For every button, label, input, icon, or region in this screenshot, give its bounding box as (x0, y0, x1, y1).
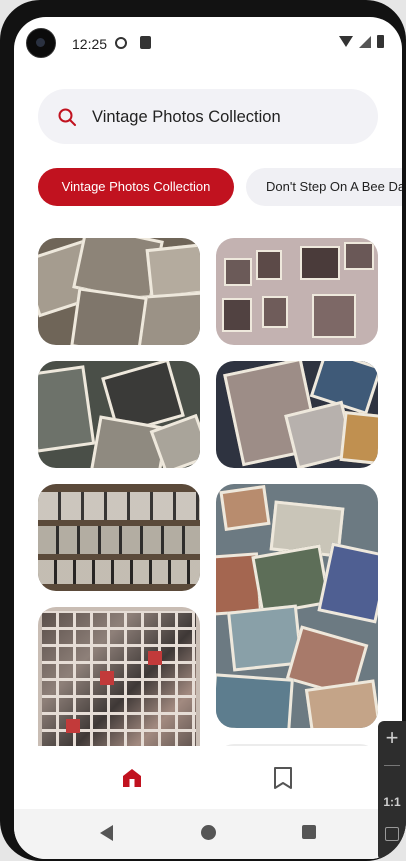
image-tile[interactable] (38, 484, 200, 591)
recent-apps-icon[interactable] (302, 825, 316, 839)
photo-print (312, 294, 356, 338)
photo-print (344, 242, 374, 270)
image-grid (38, 238, 378, 746)
photo-print (216, 673, 294, 728)
image-tile[interactable] (216, 484, 378, 728)
image-tile[interactable] (216, 238, 378, 345)
photo-strip (38, 526, 200, 554)
chip-dont-step-on-a-bee[interactable]: Don't Step On A Bee Day (246, 168, 402, 206)
front-camera (26, 28, 56, 58)
photo-print (224, 258, 252, 286)
home-icon[interactable] (120, 766, 144, 790)
search-icon[interactable] (58, 108, 76, 126)
status-icons (339, 35, 384, 48)
photo-print (145, 243, 200, 299)
photo-print (222, 298, 252, 332)
photo-print (262, 296, 288, 328)
image-tile[interactable] (38, 361, 200, 468)
image-tile[interactable] (216, 361, 378, 468)
photo-print (70, 287, 148, 345)
zoom-in-icon[interactable]: + (378, 727, 406, 749)
photo-print (339, 411, 378, 465)
photo-strip (38, 492, 200, 520)
device-frame: 12:25 Vintage Photos Collection Don't St… (0, 0, 406, 861)
bottom-nav (14, 746, 402, 808)
emulator-toolbar: + 1:1 (378, 721, 406, 861)
fit-screen-icon[interactable] (385, 827, 399, 841)
signal-icon (359, 35, 371, 48)
photo-print (300, 246, 340, 280)
sync-icon (115, 37, 127, 49)
red-accent (100, 671, 114, 685)
toolbar-divider (384, 765, 400, 766)
search-input[interactable] (90, 104, 364, 130)
actual-size-button[interactable]: 1:1 (378, 795, 406, 809)
photo-strip (38, 560, 200, 584)
sim-card-icon (140, 36, 151, 49)
photo-print (219, 484, 271, 532)
status-time: 12:25 (72, 36, 108, 52)
bookmark-icon[interactable] (272, 766, 294, 790)
photo-print (38, 365, 96, 453)
status-bar: 12:25 (14, 17, 402, 71)
chip-vintage-photos[interactable]: Vintage Photos Collection (38, 168, 234, 206)
red-accent (148, 651, 162, 665)
system-nav-bar (14, 809, 402, 859)
battery-icon (377, 35, 384, 48)
image-tile[interactable] (38, 607, 200, 746)
app-screen: 12:25 Vintage Photos Collection Don't St… (14, 17, 402, 859)
category-chips: Vintage Photos Collection Don't Step On … (38, 168, 402, 206)
wifi-icon (339, 36, 353, 47)
system-home-icon[interactable] (201, 825, 216, 840)
photo-print (256, 250, 282, 280)
image-tile[interactable] (38, 238, 200, 345)
photo-print (304, 679, 378, 728)
search-bar[interactable] (38, 89, 378, 144)
red-accent (66, 719, 80, 733)
back-icon[interactable] (100, 825, 113, 841)
